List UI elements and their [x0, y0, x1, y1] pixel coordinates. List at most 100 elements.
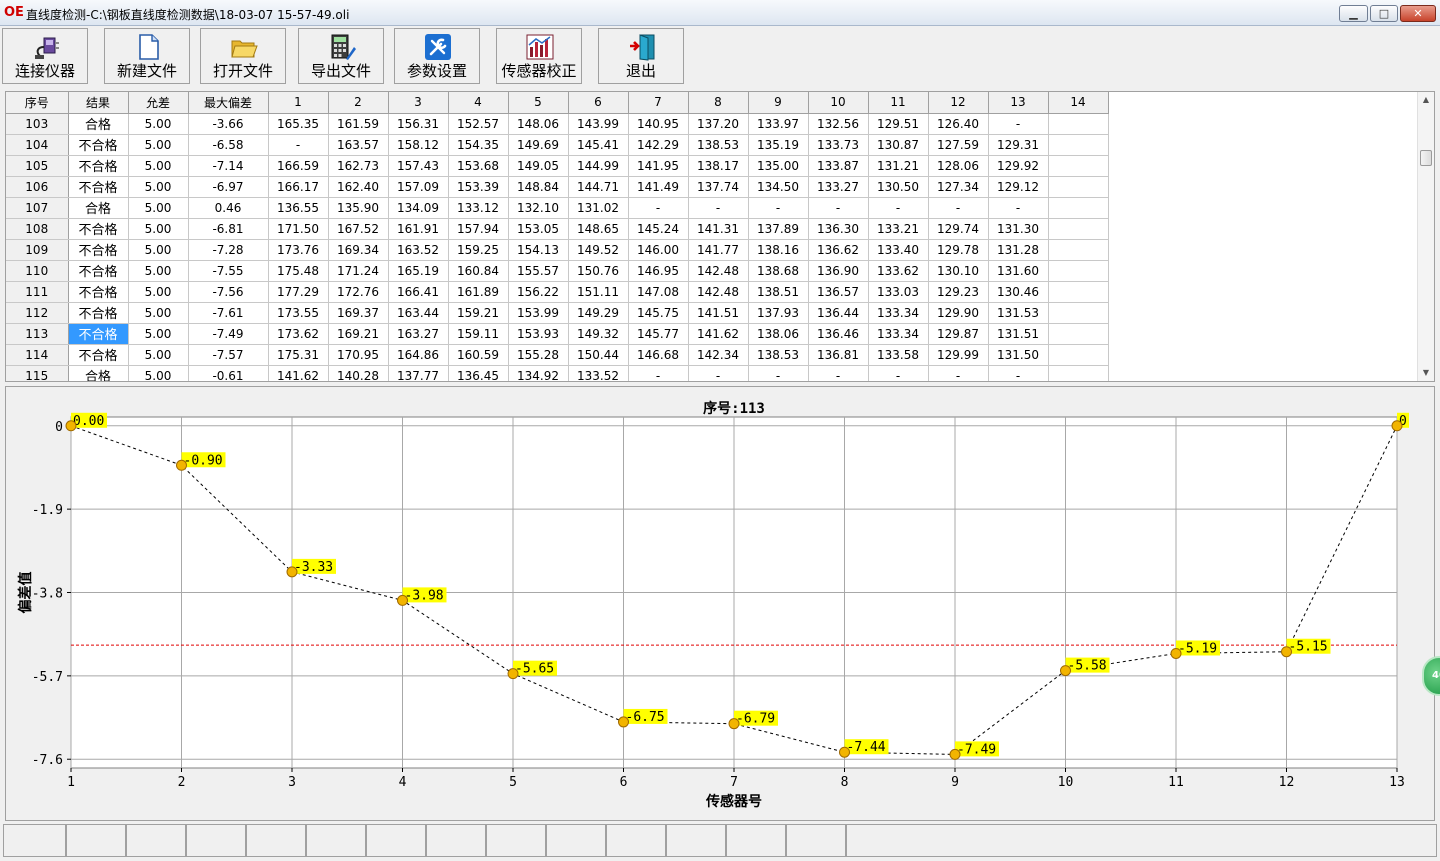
- table-row[interactable]: 112 不合格 5.00 -7.61 173.55 169.37 163.44 159.21 1…: [6, 302, 1109, 324]
- export-file-button[interactable]: 导出文件: [298, 28, 384, 84]
- table-cell[interactable]: 135.00: [748, 155, 809, 177]
- table-cell[interactable]: 161.59: [328, 113, 389, 135]
- table-cell[interactable]: 129.74: [928, 218, 989, 240]
- table-cell[interactable]: 171.24: [328, 260, 389, 282]
- table-cell[interactable]: -: [928, 365, 989, 381]
- column-header[interactable]: 9: [748, 92, 809, 114]
- table-cell[interactable]: 133.34: [868, 323, 929, 345]
- table-cell[interactable]: 140.95: [628, 113, 689, 135]
- table-cell[interactable]: 153.99: [508, 302, 569, 324]
- table-cell[interactable]: 5.00: [128, 302, 189, 324]
- table-cell[interactable]: [1048, 197, 1109, 219]
- table-cell[interactable]: 129.78: [928, 239, 989, 261]
- table-cell[interactable]: -: [868, 197, 929, 219]
- table-cell[interactable]: 177.29: [268, 281, 329, 303]
- table-cell[interactable]: 141.62: [268, 365, 329, 381]
- column-header[interactable]: 5: [508, 92, 569, 114]
- table-cell[interactable]: 138.06: [748, 323, 809, 345]
- result-cell[interactable]: 合格: [68, 113, 129, 135]
- table-cell[interactable]: 129.92: [988, 155, 1049, 177]
- scroll-down-icon[interactable]: ▼: [1418, 365, 1434, 381]
- table-cell[interactable]: 137.74: [688, 176, 749, 198]
- table-cell[interactable]: 147.08: [628, 281, 689, 303]
- table-cell[interactable]: 144.71: [568, 176, 629, 198]
- table-cell[interactable]: 137.77: [388, 365, 449, 381]
- table-cell[interactable]: 154.13: [508, 239, 569, 261]
- table-cell[interactable]: -: [688, 197, 749, 219]
- table-cell[interactable]: -: [868, 365, 929, 381]
- table-cell[interactable]: 148.06: [508, 113, 569, 135]
- table-cell[interactable]: 157.94: [448, 218, 509, 240]
- table-cell[interactable]: 163.52: [388, 239, 449, 261]
- table-cell[interactable]: 159.21: [448, 302, 509, 324]
- table-cell[interactable]: -0.61: [188, 365, 269, 381]
- table-cell[interactable]: 159.11: [448, 323, 509, 345]
- table-cell[interactable]: [1048, 302, 1109, 324]
- table-cell[interactable]: 137.89: [748, 218, 809, 240]
- table-cell[interactable]: 127.59: [928, 134, 989, 156]
- table-cell[interactable]: 133.58: [868, 344, 929, 366]
- table-row[interactable]: 114 不合格 5.00 -7.57 175.31 170.95 164.86 160.59 1…: [6, 344, 1109, 366]
- table-cell[interactable]: 131.53: [988, 302, 1049, 324]
- table-cell[interactable]: 136.62: [808, 239, 869, 261]
- table-cell[interactable]: 141.95: [628, 155, 689, 177]
- table-cell[interactable]: 5.00: [128, 197, 189, 219]
- table-row[interactable]: 110 不合格 5.00 -7.55 175.48 171.24 165.19 160.84 1…: [6, 260, 1109, 282]
- table-cell[interactable]: 5.00: [128, 365, 189, 381]
- table-cell[interactable]: 132.10: [508, 197, 569, 219]
- table-cell[interactable]: -6.81: [188, 218, 269, 240]
- table-cell[interactable]: 158.12: [388, 134, 449, 156]
- table-cell[interactable]: 128.06: [928, 155, 989, 177]
- table-cell[interactable]: 165.19: [388, 260, 449, 282]
- table-cell[interactable]: 161.91: [388, 218, 449, 240]
- table-row[interactable]: 111 不合格 5.00 -7.56 177.29 172.76 166.41 161.89 1…: [6, 281, 1109, 303]
- table-cell[interactable]: -7.14: [188, 155, 269, 177]
- table-cell[interactable]: 135.90: [328, 197, 389, 219]
- table-cell[interactable]: 157.09: [388, 176, 449, 198]
- table-cell[interactable]: 131.21: [868, 155, 929, 177]
- table-cell[interactable]: 142.48: [688, 281, 749, 303]
- result-cell[interactable]: 合格: [68, 197, 129, 219]
- row-index-cell[interactable]: 104: [6, 134, 69, 156]
- table-cell[interactable]: 138.53: [688, 134, 749, 156]
- result-cell[interactable]: 不合格: [68, 239, 129, 261]
- table-cell[interactable]: 130.50: [868, 176, 929, 198]
- connect-instrument-button[interactable]: 连接仪器: [2, 28, 88, 84]
- table-row[interactable]: 115 合格 5.00 -0.61 141.62 140.28 137.77 136.45 13…: [6, 365, 1109, 381]
- table-cell[interactable]: 136.55: [268, 197, 329, 219]
- column-header[interactable]: 7: [628, 92, 689, 114]
- table-cell[interactable]: 155.28: [508, 344, 569, 366]
- table-cell[interactable]: 137.20: [688, 113, 749, 135]
- table-cell[interactable]: 153.05: [508, 218, 569, 240]
- table-cell[interactable]: 133.40: [868, 239, 929, 261]
- column-header[interactable]: 3: [388, 92, 449, 114]
- table-cell[interactable]: 134.09: [388, 197, 449, 219]
- table-row[interactable]: 106 不合格 5.00 -6.97 166.17 162.40 157.09 153.39 1…: [6, 176, 1109, 198]
- table-cell[interactable]: 137.93: [748, 302, 809, 324]
- new-file-button[interactable]: 新建文件: [104, 28, 190, 84]
- result-cell[interactable]: 不合格: [68, 218, 129, 240]
- table-cell[interactable]: [1048, 281, 1109, 303]
- table-cell[interactable]: 149.32: [568, 323, 629, 345]
- table-cell[interactable]: 160.84: [448, 260, 509, 282]
- table-cell[interactable]: -: [628, 365, 689, 381]
- column-header[interactable]: 11: [868, 92, 929, 114]
- table-row[interactable]: 107 合格 5.00 0.46 136.55 135.90 134.09 133.12 132…: [6, 197, 1109, 219]
- table-cell[interactable]: 133.27: [808, 176, 869, 198]
- table-cell[interactable]: [1048, 155, 1109, 177]
- table-cell[interactable]: -: [688, 365, 749, 381]
- table-cell[interactable]: 145.41: [568, 134, 629, 156]
- table-cell[interactable]: 140.28: [328, 365, 389, 381]
- table-cell[interactable]: 155.57: [508, 260, 569, 282]
- table-cell[interactable]: 127.34: [928, 176, 989, 198]
- row-index-cell[interactable]: 113: [6, 323, 69, 345]
- column-header[interactable]: 8: [688, 92, 749, 114]
- table-cell[interactable]: -7.49: [188, 323, 269, 345]
- table-cell[interactable]: 136.57: [808, 281, 869, 303]
- table-cell[interactable]: 146.68: [628, 344, 689, 366]
- table-row[interactable]: 113 不合格 5.00 -7.49 173.62 169.21 163.27 159.11 1…: [6, 323, 1109, 345]
- table-row[interactable]: 109 不合格 5.00 -7.28 173.76 169.34 163.52 159.25 1…: [6, 239, 1109, 261]
- table-cell[interactable]: 152.57: [448, 113, 509, 135]
- table-cell[interactable]: 145.24: [628, 218, 689, 240]
- column-header[interactable]: 允差: [128, 92, 189, 114]
